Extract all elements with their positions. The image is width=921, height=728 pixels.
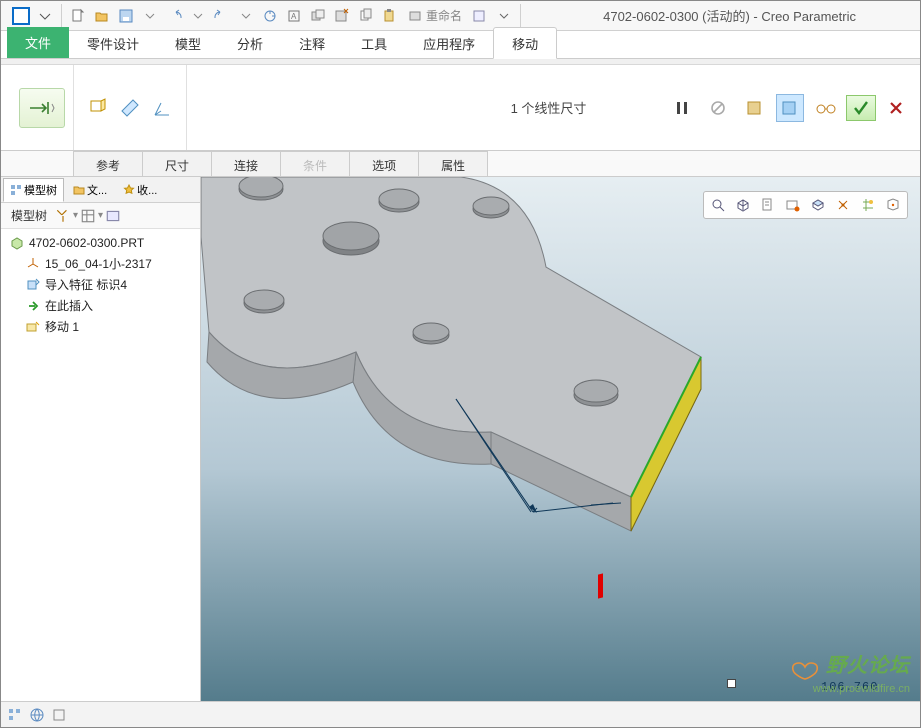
- undo-icon[interactable]: [163, 5, 185, 27]
- side-title: 模型树: [5, 203, 53, 228]
- copy-icon[interactable]: [355, 5, 377, 27]
- rename-dropdown-icon[interactable]: [469, 5, 491, 27]
- status-window-icon[interactable]: [51, 707, 67, 723]
- side-tab-bar: 模型树 文... 收...: [1, 177, 200, 203]
- feature-icon[interactable]: [740, 94, 768, 122]
- tree-more-icon[interactable]: [105, 208, 121, 224]
- open-icon[interactable]: [91, 5, 113, 27]
- view-toolbar: [703, 191, 908, 219]
- move-feature-button[interactable]: [19, 88, 65, 128]
- tab-tools[interactable]: 工具: [343, 28, 405, 58]
- cancel-button[interactable]: [882, 94, 910, 122]
- tree-item[interactable]: 15_06_04-1小-2317: [3, 253, 198, 274]
- dimension-value[interactable]: 106.760: [821, 680, 878, 694]
- svg-text:A: A: [291, 12, 297, 21]
- quick-access-toolbar: A 重命名 4702-0602-0300 (活动的) - Creo Parame…: [1, 1, 920, 31]
- subtab-reference[interactable]: 参考: [73, 151, 143, 176]
- subtab-dimension[interactable]: 尺寸: [142, 151, 212, 176]
- tree-item[interactable]: 导入特征 标识4: [3, 274, 198, 295]
- side-toolbar: 模型树 ▾ ▾: [1, 203, 200, 229]
- direction-icon[interactable]: [84, 94, 112, 122]
- tree-root[interactable]: 4702-0602-0300.PRT: [3, 233, 198, 253]
- datum-display-icon[interactable]: [831, 194, 855, 216]
- insert-here-icon: [25, 298, 41, 314]
- refit-icon[interactable]: [881, 194, 905, 216]
- tree-tools-icon[interactable]: [55, 208, 71, 224]
- status-bar: [1, 701, 920, 727]
- import-feature-icon: [25, 277, 41, 293]
- preview-icon[interactable]: [776, 94, 804, 122]
- tab-model[interactable]: 模型: [157, 28, 219, 58]
- status-world-icon[interactable]: [29, 707, 45, 723]
- redo-icon[interactable]: [211, 5, 233, 27]
- subtab-bar: 参考 尺寸 连接 条件 选项 属性: [1, 151, 920, 177]
- rename-button[interactable]: 重命名: [403, 5, 467, 27]
- plane-icon[interactable]: [116, 94, 144, 122]
- side-tab-favorites[interactable]: 收...: [116, 178, 164, 202]
- tab-annotation[interactable]: 注释: [281, 28, 343, 58]
- tree-item[interactable]: 移动 1: [3, 316, 198, 337]
- csys-icon: [25, 256, 41, 272]
- dropdown-icon[interactable]: [34, 5, 56, 27]
- zoom-fit-icon[interactable]: [706, 194, 730, 216]
- move-feature-icon: [25, 319, 41, 335]
- view-cube-icon[interactable]: [731, 194, 755, 216]
- tab-apps[interactable]: 应用程序: [405, 28, 493, 58]
- save-icon[interactable]: [115, 5, 137, 27]
- ribbon-status-text: 1 个线性尺寸: [511, 101, 587, 116]
- windows-icon[interactable]: [307, 5, 329, 27]
- annotation-icon[interactable]: A: [283, 5, 305, 27]
- new-icon[interactable]: [67, 5, 89, 27]
- view-manager-icon[interactable]: [781, 194, 805, 216]
- part-icon: [9, 235, 25, 251]
- subtab-properties[interactable]: 属性: [418, 151, 488, 176]
- confirm-button[interactable]: [846, 95, 876, 121]
- qat-customize-icon[interactable]: [493, 5, 515, 27]
- tab-analysis[interactable]: 分析: [219, 28, 281, 58]
- tab-move[interactable]: 移动: [493, 27, 557, 59]
- no-icon[interactable]: [704, 94, 732, 122]
- saved-views-icon[interactable]: [756, 194, 780, 216]
- ribbon-tabs: 文件 零件设计 模型 分析 注释 工具 应用程序 移动: [1, 31, 920, 59]
- model-render: [201, 177, 920, 707]
- close-window-icon[interactable]: [331, 5, 353, 27]
- csys-icon[interactable]: [148, 94, 176, 122]
- undo-dropdown-icon[interactable]: [187, 5, 209, 27]
- app-menu-icon[interactable]: [10, 5, 32, 27]
- glasses-icon[interactable]: [812, 94, 840, 122]
- selection-edge-highlight: [598, 573, 603, 598]
- tab-file[interactable]: 文件: [7, 27, 69, 58]
- side-tab-model-tree[interactable]: 模型树: [3, 178, 64, 202]
- subtab-connect[interactable]: 连接: [211, 151, 281, 176]
- status-selection-icon[interactable]: [7, 707, 23, 723]
- main-area: 模型树 文... 收... 模型树 ▾ ▾ 4702-0602-0300.PRT…: [1, 177, 920, 707]
- window-title: 4702-0602-0300 (活动的) - Creo Parametric: [603, 6, 916, 25]
- tree-item[interactable]: 在此插入: [3, 295, 198, 316]
- tree-settings-icon[interactable]: [80, 208, 96, 224]
- ribbon-body: 1 个线性尺寸: [1, 65, 920, 151]
- regenerate-icon[interactable]: [259, 5, 281, 27]
- pause-icon[interactable]: [668, 94, 696, 122]
- paste-icon[interactable]: [379, 5, 401, 27]
- model-tree[interactable]: 4702-0602-0300.PRT 15_06_04-1小-2317 导入特征…: [1, 229, 200, 707]
- side-tab-folder[interactable]: 文...: [66, 178, 114, 202]
- tab-part-design[interactable]: 零件设计: [69, 28, 157, 58]
- drag-handle[interactable]: [727, 679, 736, 688]
- display-style-icon[interactable]: [806, 194, 830, 216]
- viewport[interactable]: 106.760 野火论坛 www.proewildfire.cn: [201, 177, 920, 707]
- redo-dropdown-icon[interactable]: [235, 5, 257, 27]
- subtab-options[interactable]: 选项: [349, 151, 419, 176]
- side-panel: 模型树 文... 收... 模型树 ▾ ▾ 4702-0602-0300.PRT…: [1, 177, 201, 707]
- save-dropdown-icon[interactable]: [139, 5, 161, 27]
- annotation-display-icon[interactable]: [856, 194, 880, 216]
- subtab-condition: 条件: [280, 151, 350, 176]
